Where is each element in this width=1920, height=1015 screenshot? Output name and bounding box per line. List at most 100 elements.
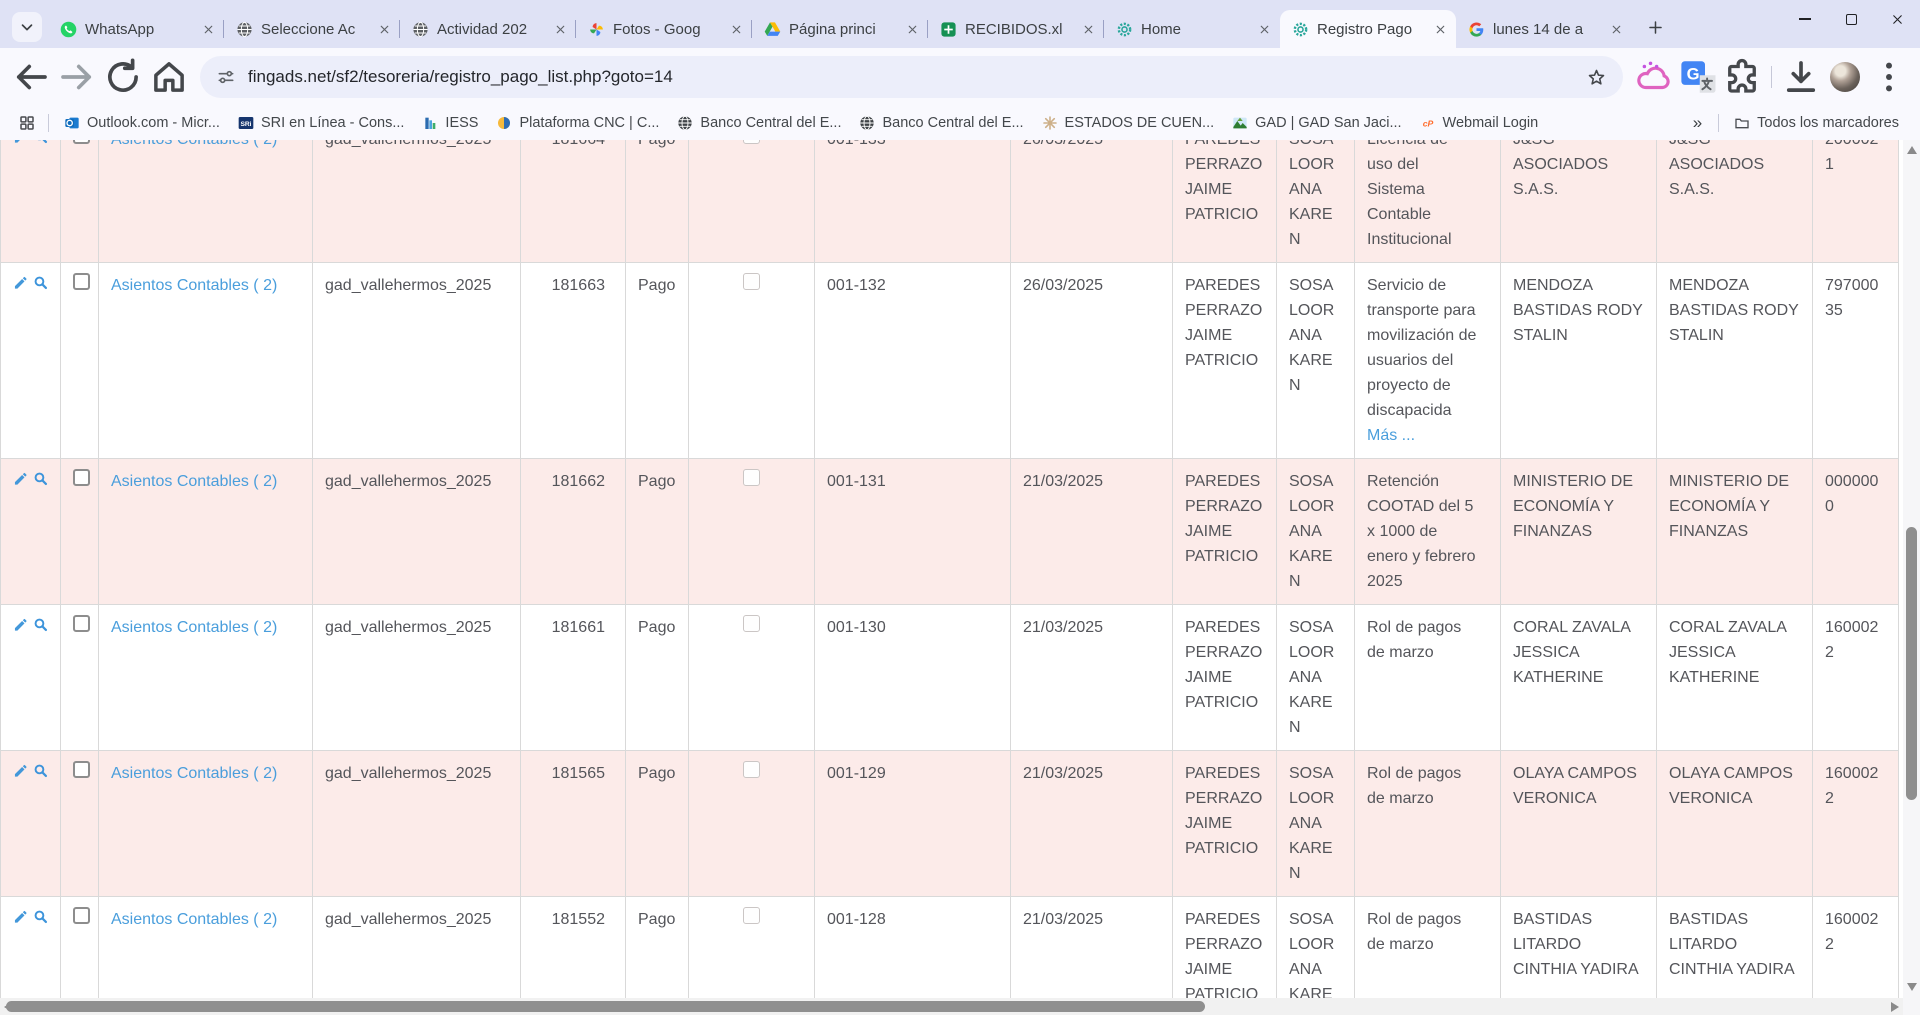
new-tab-button[interactable]	[1640, 12, 1670, 42]
window-maximize-button[interactable]	[1828, 0, 1874, 38]
tipo-cell: Pago	[626, 897, 689, 999]
browser-tab[interactable]: RECIBIDOS.xl	[928, 10, 1104, 48]
bookmark-item[interactable]: Plataforma CNC | C...	[487, 112, 668, 134]
edit-pencil-icon[interactable]	[13, 140, 29, 152]
translate-extension-icon[interactable]: G	[1677, 56, 1719, 98]
flag-checkbox[interactable]	[743, 140, 760, 144]
bookmark-item[interactable]: Banco Central del E...	[668, 112, 850, 134]
bookmarks-divider-2	[1718, 114, 1719, 132]
bookmarks-overflow-chevron[interactable]: »	[1683, 113, 1712, 133]
bookmark-item[interactable]: SRi SRI en Línea - Cons...	[229, 112, 413, 134]
tab-close-icon[interactable]	[375, 20, 394, 39]
row-actions-cell	[1, 263, 61, 459]
edit-pencil-icon[interactable]	[13, 907, 29, 932]
row-checkbox[interactable]	[73, 907, 90, 924]
row-checkbox[interactable]	[73, 469, 90, 486]
tab-close-icon[interactable]	[727, 20, 746, 39]
tab-search-chevron-icon[interactable]	[12, 12, 42, 42]
browser-tab[interactable]: Home	[1104, 10, 1280, 48]
scroll-right-arrow-icon[interactable]	[1891, 1002, 1899, 1012]
registro-id-cell: 181565	[521, 751, 626, 897]
browser-tab[interactable]: Fotos - Goog	[576, 10, 752, 48]
beneficiario2-cell: BASTIDAS LITARDO CINTHIA YADIRA	[1657, 897, 1813, 999]
codigo-cell: 0000000	[1813, 459, 1899, 605]
table-row: Asientos Contables ( 2) gad_vallehermos_…	[1, 751, 1899, 897]
tab-close-icon[interactable]	[1607, 20, 1626, 39]
window-minimize-button[interactable]	[1782, 0, 1828, 38]
bookmark-item[interactable]: IESS	[413, 112, 487, 134]
tab-close-icon[interactable]	[1431, 20, 1450, 39]
window-close-button[interactable]	[1874, 0, 1920, 38]
tab-close-icon[interactable]	[199, 20, 218, 39]
documento-cell: 001-128	[815, 897, 1011, 999]
weather-extension-icon[interactable]	[1633, 56, 1675, 98]
bookmark-item[interactable]: ESTADOS DE CUEN...	[1033, 112, 1224, 134]
asientos-contables-link[interactable]: Asientos Contables ( 2)	[111, 619, 277, 636]
scroll-up-arrow-icon[interactable]	[1907, 146, 1917, 154]
view-magnifier-icon[interactable]	[33, 273, 49, 298]
row-checkbox[interactable]	[73, 615, 90, 632]
row-checkbox[interactable]	[73, 273, 90, 290]
address-bar[interactable]: fingads.net/sf2/tesoreria/registro_pago_…	[200, 56, 1623, 98]
mas-link[interactable]: Más ...	[1367, 427, 1415, 444]
flag-checkbox[interactable]	[743, 615, 760, 632]
bookmark-item[interactable]: Banco Central del E...	[850, 112, 1032, 134]
tab-close-icon[interactable]	[1255, 20, 1274, 39]
flag-cell	[689, 140, 815, 263]
tab-favicon	[940, 21, 957, 38]
edit-pencil-icon[interactable]	[13, 469, 29, 494]
browser-tab[interactable]: lunes 14 de a	[1456, 10, 1632, 48]
bookmark-favicon: cP	[1420, 115, 1436, 131]
view-magnifier-icon[interactable]	[33, 907, 49, 932]
asientos-contables-link[interactable]: Asientos Contables ( 2)	[111, 140, 277, 148]
vertical-scrollbar-thumb[interactable]	[1906, 527, 1917, 800]
row-checkbox[interactable]	[73, 140, 90, 144]
bookmark-label: IESS	[445, 115, 478, 131]
downloads-button[interactable]	[1780, 56, 1822, 98]
flag-checkbox[interactable]	[743, 273, 760, 290]
view-magnifier-icon[interactable]	[33, 469, 49, 494]
apps-grid-icon[interactable]	[18, 114, 36, 132]
asientos-contables-link[interactable]: Asientos Contables ( 2)	[111, 911, 277, 928]
browser-tab[interactable]: Seleccione Ac	[224, 10, 400, 48]
site-settings-icon[interactable]	[216, 67, 236, 87]
view-magnifier-icon[interactable]	[33, 761, 49, 786]
horizontal-scrollbar-thumb[interactable]	[6, 1001, 1205, 1012]
view-magnifier-icon[interactable]	[33, 615, 49, 640]
tab-close-icon[interactable]	[551, 20, 570, 39]
all-bookmarks-button[interactable]: Todos los marcadores	[1725, 112, 1908, 134]
asientos-contables-link[interactable]: Asientos Contables ( 2)	[111, 765, 277, 782]
menu-kebab-icon[interactable]	[1868, 56, 1910, 98]
scroll-down-arrow-icon[interactable]	[1907, 983, 1917, 991]
view-magnifier-icon[interactable]	[33, 140, 49, 152]
asientos-contables-link[interactable]: Asientos Contables ( 2)	[111, 277, 277, 294]
beneficiario2-cell: MINISTERIO DE ECONOMÍA Y FINANZAS	[1657, 459, 1813, 605]
row-checkbox[interactable]	[73, 761, 90, 778]
asientos-contables-link[interactable]: Asientos Contables ( 2)	[111, 473, 277, 490]
browser-tab[interactable]: WhatsApp	[48, 10, 224, 48]
edit-pencil-icon[interactable]	[13, 615, 29, 640]
flag-checkbox[interactable]	[743, 761, 760, 778]
asientos-cell: Asientos Contables ( 2)	[99, 263, 313, 459]
browser-tab[interactable]: Registro Pago	[1280, 10, 1456, 48]
bookmark-star-icon[interactable]	[1586, 67, 1607, 88]
bookmark-item[interactable]: Outlook.com - Micr...	[55, 112, 229, 134]
browser-tab[interactable]: Actividad 202	[400, 10, 576, 48]
back-button[interactable]	[10, 56, 52, 98]
bookmark-item[interactable]: GAD | GAD San Jaci...	[1223, 112, 1410, 134]
flag-checkbox[interactable]	[743, 469, 760, 486]
flag-cell	[689, 263, 815, 459]
descripcion-cell: Retención COOTAD del 5 x 1000 de enero y…	[1355, 459, 1501, 605]
tab-close-icon[interactable]	[903, 20, 922, 39]
extensions-puzzle-icon[interactable]	[1721, 56, 1763, 98]
bookmark-item[interactable]: cP Webmail Login	[1411, 112, 1548, 134]
reload-button[interactable]	[102, 56, 144, 98]
forward-button[interactable]	[56, 56, 98, 98]
browser-tab[interactable]: Página princi	[752, 10, 928, 48]
edit-pencil-icon[interactable]	[13, 761, 29, 786]
home-button[interactable]	[148, 56, 190, 98]
tab-close-icon[interactable]	[1079, 20, 1098, 39]
flag-checkbox[interactable]	[743, 907, 760, 924]
edit-pencil-icon[interactable]	[13, 273, 29, 298]
profile-avatar[interactable]	[1824, 56, 1866, 98]
